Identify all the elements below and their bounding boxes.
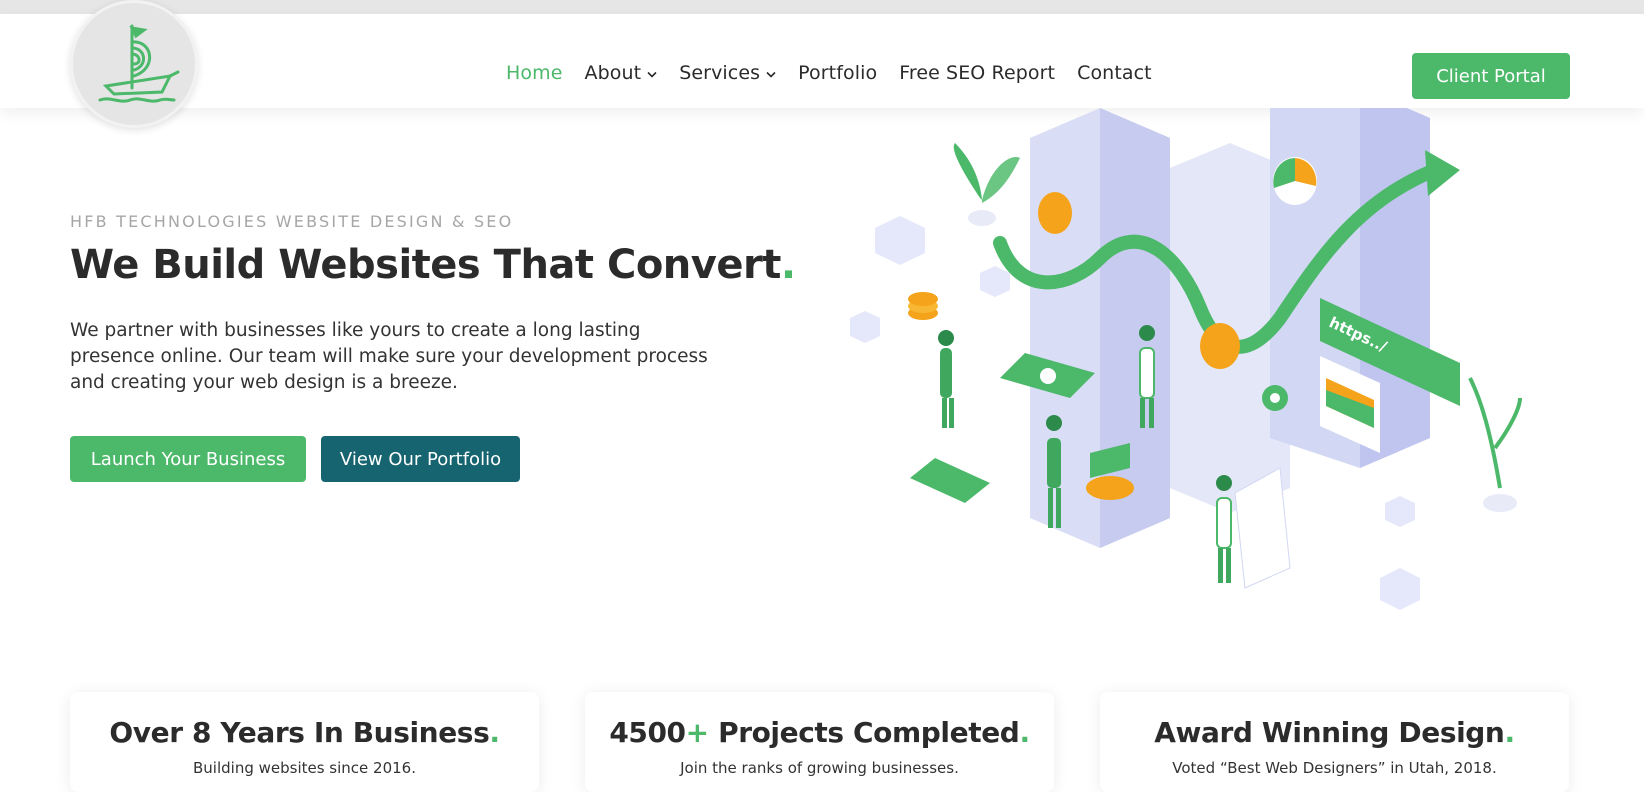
- nav-contact[interactable]: Contact: [1077, 62, 1152, 84]
- nav-services[interactable]: Services: [679, 62, 776, 84]
- stat-accent-dot: .: [1019, 716, 1030, 749]
- nav-about-label: About: [584, 62, 642, 84]
- hero-headline: We Build Websites That Convert.: [70, 242, 796, 288]
- nav-about[interactable]: About: [585, 62, 658, 84]
- nav-portfolio-label: Portfolio: [798, 62, 878, 84]
- nav-home[interactable]: Home: [506, 62, 563, 84]
- stat-card-projects: 4500+ Projects Completed. Join the ranks…: [585, 692, 1054, 792]
- stat-card-award: Award Winning Design. Voted “Best Web De…: [1100, 692, 1569, 792]
- nav-free-seo-report[interactable]: Free SEO Report: [899, 62, 1055, 84]
- stat-card-title: 4500+ Projects Completed.: [585, 716, 1054, 749]
- stat-card-years: Over 8 Years In Business. Building websi…: [70, 692, 539, 792]
- launch-business-button[interactable]: Launch Your Business: [70, 436, 306, 482]
- hero-paragraph: We partner with businesses like yours to…: [70, 320, 708, 393]
- nav-home-label: Home: [506, 62, 563, 84]
- nav-services-label: Services: [679, 62, 761, 84]
- hero-eyebrow: HFB TECHNOLOGIES WEBSITE DESIGN & SEO: [70, 212, 514, 231]
- chevron-down-icon: [766, 68, 776, 81]
- site-header: Home About Services Portfolio Free SEO R…: [0, 14, 1644, 108]
- main-nav: Home About Services Portfolio Free SEO R…: [506, 62, 1174, 84]
- nav-contact-label: Contact: [1077, 62, 1152, 84]
- nav-seo-label: Free SEO Report: [899, 62, 1056, 84]
- site-logo[interactable]: [70, 0, 198, 128]
- stat-accent-dot: .: [489, 716, 500, 749]
- stat-title-text: Award Winning Design: [1154, 716, 1505, 749]
- chevron-down-icon: [647, 68, 657, 81]
- top-strip: [0, 0, 1644, 14]
- stat-card-subtitle: Voted “Best Web Designers” in Utah, 2018…: [1172, 759, 1497, 777]
- hero-illustration: https../: [850, 108, 1522, 610]
- stat-accent-dot: .: [1504, 716, 1515, 749]
- stat-card-subtitle: Building websites since 2016.: [193, 759, 416, 777]
- view-portfolio-button[interactable]: View Our Portfolio: [321, 436, 520, 482]
- stat-title-text: Over 8 Years In Business: [109, 716, 490, 749]
- stat-plus: +: [685, 716, 709, 749]
- stat-card-title: Award Winning Design.: [1100, 716, 1569, 749]
- stat-count: 4500: [609, 716, 686, 749]
- nav-portfolio[interactable]: Portfolio: [798, 62, 877, 84]
- stat-title-text: Projects Completed: [708, 716, 1020, 749]
- ship-logo-icon: [98, 24, 180, 103]
- client-portal-button[interactable]: Client Portal: [1412, 53, 1570, 99]
- headline-accent-dot: .: [780, 242, 796, 288]
- stat-card-subtitle: Join the ranks of growing businesses.: [680, 759, 959, 777]
- hero-headline-text: We Build Websites That Convert: [70, 242, 781, 288]
- stat-card-title: Over 8 Years In Business.: [70, 716, 539, 749]
